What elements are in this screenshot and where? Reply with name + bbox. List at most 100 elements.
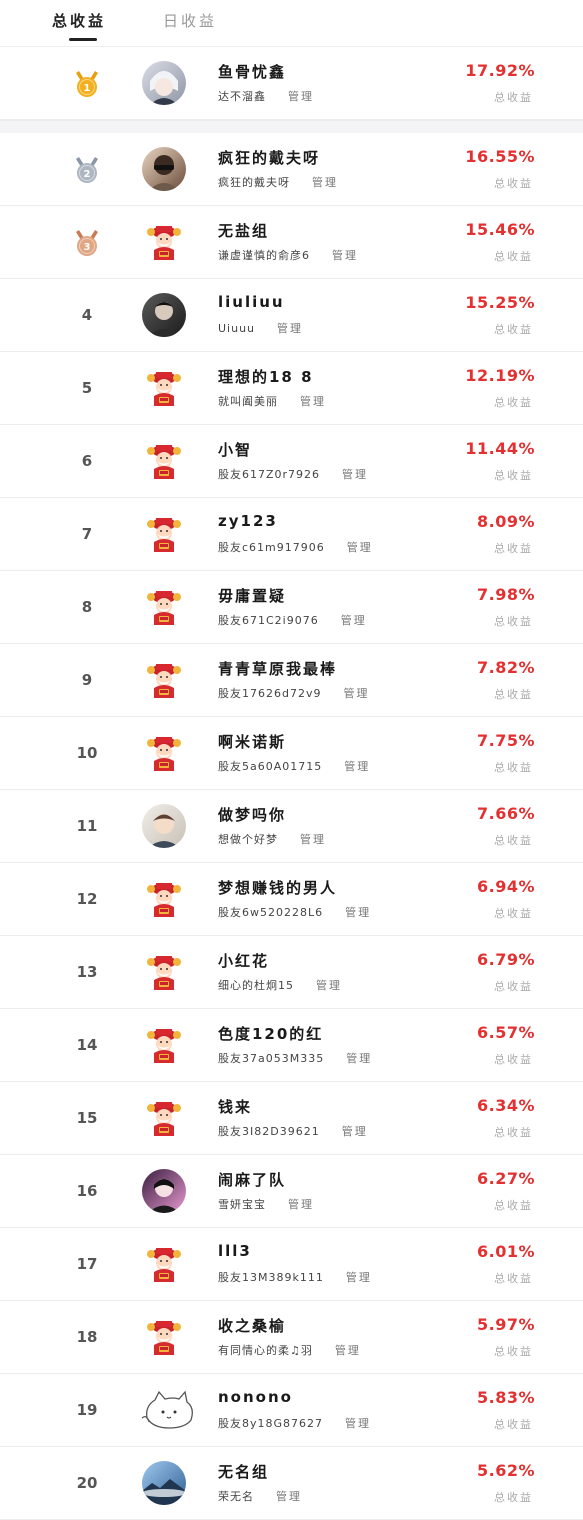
manager-line: 就叫阖美丽 管理 [218, 393, 326, 409]
leaderboard-row[interactable]: 11 做梦吗你 想做个好梦 管理 7.66% 总收益 [0, 790, 583, 863]
avatar[interactable] [141, 658, 199, 702]
team-name[interactable]: 梦想赚钱的男人 [218, 877, 337, 898]
total-return-label: 总收益 [494, 323, 533, 336]
manager-name: 股友5a60A01715 [218, 760, 323, 773]
team-name[interactable]: 色度120的红 [218, 1023, 323, 1044]
avatar[interactable] [141, 1242, 199, 1286]
avatar[interactable] [141, 950, 199, 994]
rank-number: 5 [81, 379, 93, 397]
leaderboard-row[interactable]: 5 理想的18 8 就叫阖美丽 管理 12.19% 总收益 [0, 352, 583, 425]
manage-label: 管理 [344, 760, 371, 773]
team-name[interactable]: 无盐组 [218, 220, 269, 241]
tab-daily-return[interactable]: 日收益 [163, 10, 217, 31]
total-return-value: 11.44% [465, 439, 535, 458]
manage-label: 管理 [277, 322, 304, 335]
avatar[interactable] [141, 1096, 199, 1140]
team-name[interactable]: liuliuu [218, 293, 285, 311]
manage-label: 管理 [288, 1198, 314, 1211]
avatar[interactable] [141, 147, 199, 191]
avatar[interactable] [141, 585, 199, 629]
team-name[interactable]: 青青草原我最棒 [218, 658, 337, 679]
leaderboard-row[interactable]: 16 闹麻了队 雪妍宝宝 管理 6.27% 总收益 [0, 1155, 583, 1228]
team-name[interactable]: 收之桑榆 [218, 1315, 286, 1336]
team-name[interactable]: 无名组 [218, 1461, 269, 1482]
rank-number: 13 [76, 963, 98, 981]
total-return-value: 6.34% [476, 1096, 535, 1115]
avatar[interactable] [141, 512, 199, 556]
team-name[interactable]: 做梦吗你 [218, 804, 286, 825]
total-return-label: 总收益 [494, 1491, 533, 1504]
avatar[interactable] [141, 366, 199, 410]
total-return-value: 5.62% [476, 1461, 535, 1480]
tab-total-return[interactable]: 总收益 [52, 10, 106, 31]
manager-name: 有同情心的柔♫羽 [218, 1344, 313, 1357]
total-return-label: 总收益 [494, 1199, 533, 1212]
manager-name: 雪妍宝宝 [218, 1198, 266, 1211]
rank-number: 4 [81, 306, 93, 324]
total-return-value: 6.57% [476, 1023, 535, 1042]
total-return-label: 总收益 [494, 1272, 533, 1285]
manage-label: 管理 [332, 249, 358, 262]
leaderboard-row[interactable]: 2 疯狂的戴夫呀 疯狂的戴夫呀 管理 16.55% 总收益 [0, 133, 583, 206]
leaderboard-row[interactable]: 13 小红花 细心的杜炯15 管理 6.79% 总收益 [0, 936, 583, 1009]
team-name[interactable]: lll3 [218, 1242, 252, 1260]
leaderboard-row[interactable]: 12 梦想赚钱的男人 股友6w520228L6 管理 6.94% 总收益 [0, 863, 583, 936]
manager-line: 股友3I82D39621 管理 [218, 1123, 368, 1139]
manager-line: 股友671C2i9076 管理 [218, 612, 367, 628]
total-return-label: 总收益 [494, 1126, 533, 1139]
team-name[interactable]: 小智 [218, 439, 252, 460]
rank-number: 16 [76, 1182, 98, 1200]
avatar[interactable] [141, 61, 199, 105]
rank-number: 6 [81, 452, 93, 470]
avatar[interactable] [141, 439, 199, 483]
manager-line: 荣无名 管理 [218, 1488, 302, 1504]
manager-line: Uiuuu 管理 [218, 320, 303, 336]
avatar[interactable] [141, 731, 199, 775]
leaderboard-row[interactable]: 6 小智 股友617Z0r7926 管理 11.44% 总收益 [0, 425, 583, 498]
avatar[interactable] [141, 1023, 199, 1067]
avatar[interactable] [141, 877, 199, 921]
team-name[interactable]: 啊米诺斯 [218, 731, 286, 752]
avatar[interactable] [141, 1461, 199, 1505]
avatar[interactable] [141, 1315, 199, 1359]
team-name[interactable]: 鱼骨忧鑫 [218, 61, 286, 82]
team-name[interactable]: 钱来 [218, 1096, 252, 1117]
avatar[interactable] [141, 804, 199, 848]
manager-name: 达不溜鑫 [218, 90, 266, 103]
team-name[interactable]: 闹麻了队 [218, 1169, 286, 1190]
leaderboard-row[interactable]: 14 色度120的红 股友37a053M335 管理 6.57% 总收益 [0, 1009, 583, 1082]
leaderboard-row[interactable]: 9 青青草原我最棒 股友17626d72v9 管理 7.82% 总收益 [0, 644, 583, 717]
leaderboard-row[interactable]: 18 收之桑榆 有同情心的柔♫羽 管理 5.97% 总收益 [0, 1301, 583, 1374]
leaderboard-row[interactable]: 10 啊米诺斯 股友5a60A01715 管理 7.75% 总收益 [0, 717, 583, 790]
leaderboard-row[interactable]: 7 zy123 股友c61m917906 管理 8.09% 总收益 [0, 498, 583, 571]
manager-line: 股友8y18G87627 管理 [218, 1415, 371, 1431]
manager-line: 股友617Z0r7926 管理 [218, 466, 368, 482]
leaderboard-row[interactable]: 4 liuliuu Uiuuu 管理 15.25% 总收益 [0, 279, 583, 352]
manager-line: 股友13M389k111 管理 [218, 1269, 372, 1285]
total-return-label: 总收益 [494, 177, 533, 190]
team-name[interactable]: 毋庸置疑 [218, 585, 286, 606]
leaderboard-row[interactable]: 3 无盐组 谦虚谨慎的俞彦6 管理 15.46% 总收益 [0, 206, 583, 279]
avatar[interactable] [141, 293, 199, 337]
manage-label: 管理 [288, 90, 314, 103]
avatar[interactable] [141, 1388, 199, 1432]
leaderboard-row[interactable]: 15 钱来 股友3I82D39621 管理 6.34% 总收益 [0, 1082, 583, 1155]
leaderboard-row[interactable]: 1 鱼骨忧鑫 达不溜鑫 管理 17.92% 总收益 [0, 47, 583, 120]
team-name[interactable]: zy123 [218, 512, 278, 530]
leaderboard-row[interactable]: 17 lll3 股友13M389k111 管理 6.01% 总收益 [0, 1228, 583, 1301]
team-name[interactable]: 小红花 [218, 950, 269, 971]
team-name[interactable]: 疯狂的戴夫呀 [218, 147, 320, 168]
manager-name: 股友17626d72v9 [218, 687, 322, 700]
leaderboard-row[interactable]: 8 毋庸置疑 股友671C2i9076 管理 7.98% 总收益 [0, 571, 583, 644]
manage-label: 管理 [316, 979, 342, 992]
manage-label: 管理 [346, 1052, 373, 1065]
manage-label: 管理 [342, 468, 369, 481]
rank-number: 12 [76, 890, 98, 908]
avatar[interactable] [141, 220, 199, 264]
leaderboard-row[interactable]: 20 无名组 荣无名 管理 5.62% 总收益 [0, 1447, 583, 1520]
avatar[interactable] [141, 1169, 199, 1213]
total-return-value: 17.92% [465, 61, 535, 80]
team-name[interactable]: nonono [218, 1388, 293, 1406]
leaderboard-row[interactable]: 19 nonono 股友8y18G87627 管理 5.83% 总收益 [0, 1374, 583, 1447]
team-name[interactable]: 理想的18 8 [218, 366, 314, 387]
